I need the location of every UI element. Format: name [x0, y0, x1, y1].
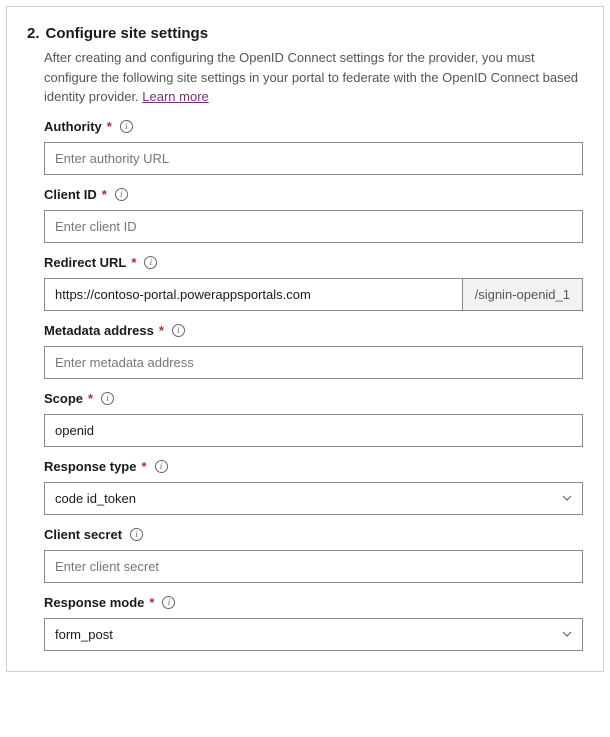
info-icon[interactable]: i — [144, 256, 157, 269]
info-icon[interactable]: i — [115, 188, 128, 201]
step-heading: 2. Configure site settings — [27, 25, 583, 42]
label-row-client-id: Client ID * i — [44, 187, 583, 202]
authority-input[interactable] — [44, 142, 583, 175]
info-icon[interactable]: i — [155, 460, 168, 473]
label-row-authority: Authority * i — [44, 119, 583, 134]
required-indicator: * — [149, 595, 154, 610]
required-indicator: * — [107, 119, 112, 134]
field-authority: Authority * i — [44, 119, 583, 175]
info-icon[interactable]: i — [101, 392, 114, 405]
redirect-url-suffix: /signin-openid_1 — [462, 278, 583, 311]
metadata-address-input[interactable] — [44, 346, 583, 379]
scope-input[interactable] — [44, 414, 583, 447]
scope-label: Scope — [44, 391, 83, 406]
field-metadata-address: Metadata address * i — [44, 323, 583, 379]
field-response-type: Response type * i code id_token — [44, 459, 583, 515]
learn-more-link[interactable]: Learn more — [142, 89, 208, 104]
redirect-url-input[interactable] — [44, 278, 462, 311]
info-icon[interactable]: i — [172, 324, 185, 337]
required-indicator: * — [131, 255, 136, 270]
info-icon[interactable]: i — [162, 596, 175, 609]
client-id-label: Client ID — [44, 187, 97, 202]
required-indicator: * — [141, 459, 146, 474]
label-row-metadata: Metadata address * i — [44, 323, 583, 338]
required-indicator: * — [159, 323, 164, 338]
step-description: After creating and configuring the OpenI… — [44, 48, 583, 107]
client-id-input[interactable] — [44, 210, 583, 243]
metadata-address-label: Metadata address — [44, 323, 154, 338]
response-mode-select[interactable]: form_post — [44, 618, 583, 651]
configure-site-settings-panel: 2. Configure site settings After creatin… — [6, 6, 604, 672]
info-icon[interactable]: i — [130, 528, 143, 541]
response-type-select-wrap: code id_token — [44, 482, 583, 515]
field-redirect-url: Redirect URL * i /signin-openid_1 — [44, 255, 583, 311]
redirect-url-input-group: /signin-openid_1 — [44, 278, 583, 311]
redirect-url-label: Redirect URL — [44, 255, 126, 270]
label-row-redirect: Redirect URL * i — [44, 255, 583, 270]
info-icon[interactable]: i — [120, 120, 133, 133]
required-indicator: * — [88, 391, 93, 406]
label-row-response-type: Response type * i — [44, 459, 583, 474]
field-scope: Scope * i — [44, 391, 583, 447]
field-response-mode: Response mode * i form_post — [44, 595, 583, 651]
response-type-select[interactable]: code id_token — [44, 482, 583, 515]
label-row-client-secret: Client secret i — [44, 527, 583, 542]
step-title: Configure site settings — [46, 25, 209, 42]
client-secret-input[interactable] — [44, 550, 583, 583]
response-mode-label: Response mode — [44, 595, 144, 610]
field-client-secret: Client secret i — [44, 527, 583, 583]
response-type-label: Response type — [44, 459, 136, 474]
label-row-response-mode: Response mode * i — [44, 595, 583, 610]
step-number: 2. — [27, 25, 40, 42]
step-description-text: After creating and configuring the OpenI… — [44, 50, 578, 104]
field-client-id: Client ID * i — [44, 187, 583, 243]
client-secret-label: Client secret — [44, 527, 122, 542]
response-mode-select-wrap: form_post — [44, 618, 583, 651]
label-row-scope: Scope * i — [44, 391, 583, 406]
authority-label: Authority — [44, 119, 102, 134]
required-indicator: * — [102, 187, 107, 202]
